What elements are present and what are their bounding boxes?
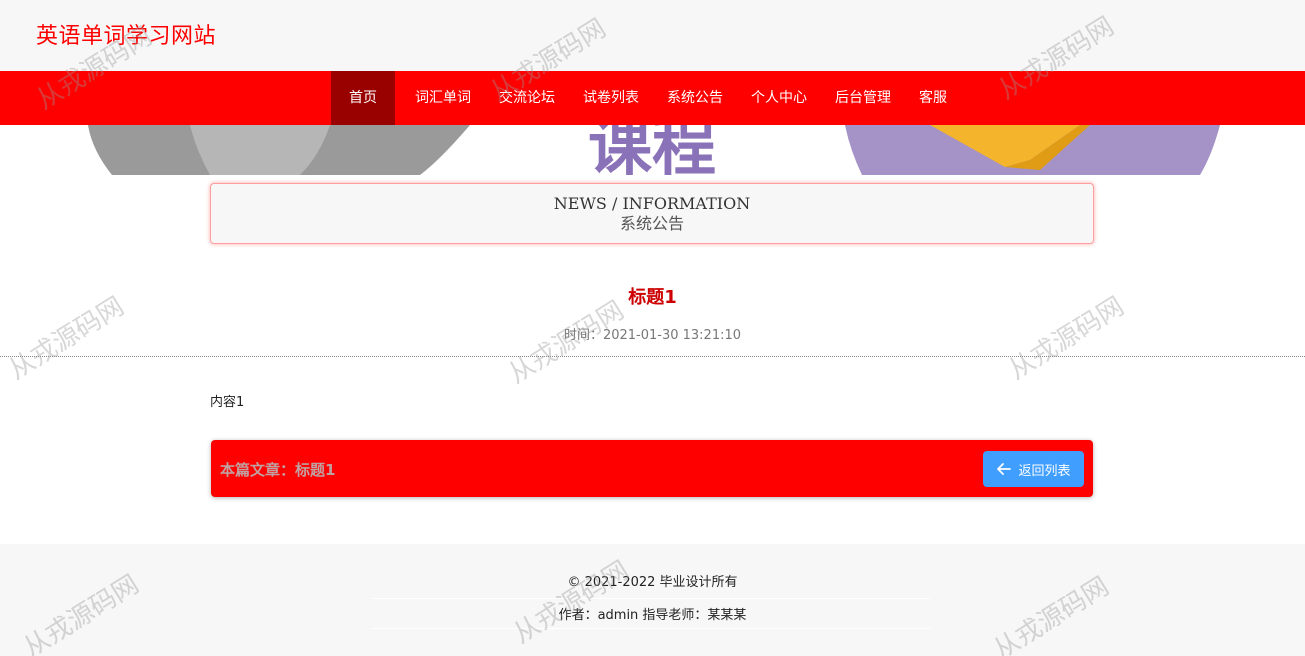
banner-carousel[interactable]: 课程 xyxy=(0,125,1305,175)
nav-item-announcements[interactable]: 系统公告 xyxy=(653,71,737,125)
nav-item-exam-list[interactable]: 试卷列表 xyxy=(569,71,653,125)
footer-divider xyxy=(372,598,930,599)
current-article-label: 本篇文章：标题1 xyxy=(220,461,336,479)
nav-item-vocabulary[interactable]: 词汇单词 xyxy=(401,71,485,125)
footer-copyright: © 2021-2022 毕业设计所有 xyxy=(567,575,738,590)
nav-item-home[interactable]: 首页 xyxy=(331,71,395,125)
article-content: 内容1 xyxy=(210,395,245,410)
arrow-left-icon xyxy=(997,463,1012,475)
article-title: 标题1 xyxy=(628,287,677,308)
banner-text: 课程 xyxy=(588,125,716,175)
back-to-list-button[interactable]: 返回列表 xyxy=(983,451,1084,487)
section-title-cn: 系统公告 xyxy=(619,214,684,233)
header: 英语单词学习网站 xyxy=(0,0,1305,71)
footer-author: 作者：admin 指导老师：某某某 xyxy=(558,608,747,623)
section-header: NEWS / INFORMATION 系统公告 xyxy=(210,183,1094,244)
footer: © 2021-2022 毕业设计所有 作者：admin 指导老师：某某某 xyxy=(0,544,1305,656)
article-time: 时间：2021-01-30 13:21:10 xyxy=(563,328,742,343)
back-button-label: 返回列表 xyxy=(1018,463,1071,479)
banner-image: 课程 xyxy=(0,125,1305,175)
section-title-en: NEWS / INFORMATION xyxy=(553,194,751,213)
nav-item-personal-center[interactable]: 个人中心 xyxy=(737,71,821,125)
nav-item-forum[interactable]: 交流论坛 xyxy=(485,71,569,125)
nav-list: 首页 词汇单词 交流论坛 试卷列表 系统公告 个人中心 后台管理 客服 xyxy=(331,71,961,125)
site-title[interactable]: 英语单词学习网站 xyxy=(36,18,216,50)
nav-bar: 首页 词汇单词 交流论坛 试卷列表 系统公告 个人中心 后台管理 客服 xyxy=(0,71,1305,125)
footer-divider xyxy=(372,628,930,629)
nav-item-admin[interactable]: 后台管理 xyxy=(821,71,905,125)
divider xyxy=(0,356,1305,357)
article-nav-bar: 本篇文章：标题1 返回列表 xyxy=(211,440,1093,497)
nav-item-customer-service[interactable]: 客服 xyxy=(905,71,961,125)
